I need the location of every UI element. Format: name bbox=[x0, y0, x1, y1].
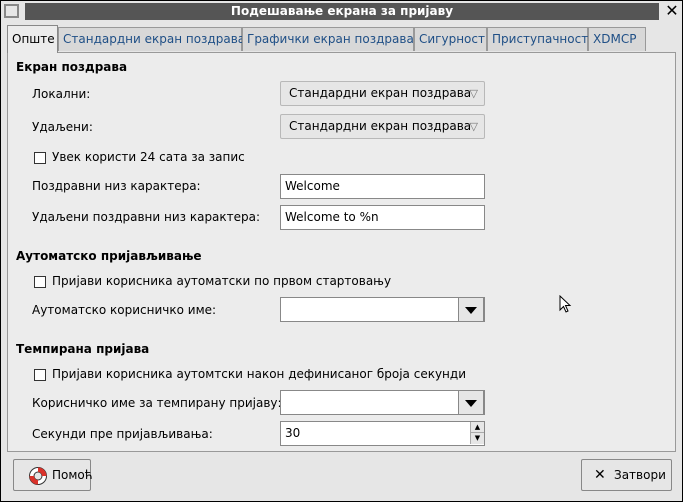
tab-security[interactable]: Сигурност bbox=[414, 27, 487, 51]
tab-standard-greeter[interactable]: Стандардни екран поздрава bbox=[58, 27, 245, 51]
local-greeter-select[interactable]: Стандардни екран поздрава ▽ bbox=[280, 81, 485, 106]
close-icon[interactable]: ✕ bbox=[663, 2, 681, 20]
clock24-label[interactable]: Увек користи 24 сата за запис bbox=[52, 150, 245, 164]
window-menu-icon[interactable] bbox=[4, 4, 19, 18]
tab-accessibility[interactable]: Приступачност bbox=[487, 27, 588, 51]
timed-login-checkbox-label[interactable]: Пријави корисника аутомтски након дефини… bbox=[52, 367, 466, 381]
local-greeter-value: Стандардни екран поздрава bbox=[289, 86, 472, 100]
welcome-string-input[interactable]: Welcome bbox=[280, 174, 485, 199]
autologin-section-title: Аутоматско пријављивање bbox=[16, 249, 202, 263]
autologin-checkbox-label[interactable]: Пријави корисника аутоматски по првом ст… bbox=[52, 274, 391, 288]
mouse-pointer-icon bbox=[559, 295, 572, 313]
timed-username-combo[interactable] bbox=[280, 390, 485, 415]
close-button[interactable]: ✕ Затвори bbox=[581, 459, 672, 491]
lifebuoy-icon bbox=[29, 467, 47, 485]
chevron-down-icon: ▽ bbox=[469, 120, 478, 133]
remote-greeter-select[interactable]: Стандардни екран поздрава ▽ bbox=[280, 114, 485, 139]
spin-up-icon[interactable]: ▲ bbox=[470, 422, 484, 433]
close-button-label: Затвори bbox=[614, 468, 666, 482]
welcome-string-label: Поздравни низ карактера: bbox=[32, 179, 201, 193]
help-button[interactable]: Помоћ bbox=[13, 459, 93, 491]
tab-graphical-greeter[interactable]: Графички екран поздрава bbox=[242, 27, 414, 51]
spin-down-icon[interactable]: ▼ bbox=[470, 433, 484, 444]
timed-username-label: Корисничко име за темпирану пријаву: bbox=[32, 396, 282, 410]
general-page: Екран поздрава Локални: Стандардни екран… bbox=[7, 52, 676, 452]
remote-welcome-label: Удаљени поздравни низ карактера: bbox=[32, 210, 261, 224]
close-x-icon: ✕ bbox=[594, 467, 606, 483]
seconds-label: Секунди пре пријављивања: bbox=[32, 427, 213, 441]
dropdown-button[interactable] bbox=[458, 297, 484, 322]
login-settings-window: Подешавање екрана за пријаву ✕ Опште Ста… bbox=[0, 0, 683, 502]
dropdown-button[interactable] bbox=[458, 390, 484, 415]
remote-greeter-value: Стандардни екран поздрава bbox=[289, 119, 472, 133]
remote-welcome-input[interactable]: Welcome to %n bbox=[280, 205, 485, 230]
remote-greeter-label: Удаљени: bbox=[32, 120, 93, 134]
title-bar[interactable]: Подешавање екрана за пријаву ✕ bbox=[1, 1, 682, 21]
seconds-value: 30 bbox=[285, 426, 301, 440]
local-greeter-label: Локални: bbox=[32, 87, 91, 101]
autologin-checkbox[interactable] bbox=[34, 276, 46, 288]
greeter-section-title: Екран поздрава bbox=[16, 60, 128, 74]
autologin-username-combo[interactable] bbox=[280, 297, 485, 322]
tab-strip: Опште Стандардни екран поздрава Графички… bbox=[1, 25, 682, 53]
timed-login-checkbox[interactable] bbox=[34, 369, 46, 381]
clock24-checkbox[interactable] bbox=[34, 152, 46, 164]
welcome-string-value: Welcome bbox=[285, 179, 340, 193]
tab-xdmcp[interactable]: XDMCP bbox=[588, 27, 646, 51]
chevron-down-icon: ▽ bbox=[469, 87, 478, 100]
seconds-spinbutton[interactable]: 30 ▲ ▼ bbox=[280, 421, 485, 446]
help-button-label: Помоћ bbox=[52, 468, 93, 482]
triangle-down-icon bbox=[465, 307, 477, 314]
timed-section-title: Темпирана пријава bbox=[16, 342, 150, 356]
autologin-username-label: Аутоматско корисничко име: bbox=[32, 303, 217, 317]
remote-welcome-value: Welcome to %n bbox=[285, 210, 379, 224]
tab-general[interactable]: Опште bbox=[7, 25, 58, 53]
triangle-down-icon bbox=[465, 400, 477, 407]
window-title: Подешавање екрана за пријаву bbox=[230, 4, 454, 18]
